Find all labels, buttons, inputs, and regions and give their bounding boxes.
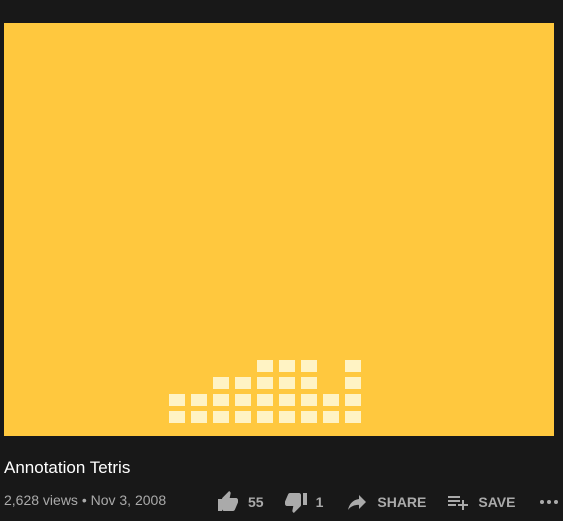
tetris-block: [301, 394, 317, 406]
tetris-block: [279, 394, 295, 406]
video-page: Annotation Tetris 2,628 views • Nov 3, 2…: [0, 0, 563, 521]
tetris-block: [257, 411, 273, 423]
tetris-block: [345, 360, 361, 372]
video-player[interactable]: [4, 23, 554, 436]
thumbs-up-icon: [216, 490, 240, 514]
tetris-block: [301, 411, 317, 423]
dislike-button[interactable]: 1: [284, 490, 324, 514]
tetris-block: [213, 394, 229, 406]
dislike-count: 1: [315, 494, 324, 510]
like-button[interactable]: 55: [216, 490, 264, 514]
tetris-block: [279, 360, 295, 372]
tetris-block: [323, 394, 339, 406]
tetris-block: [235, 394, 251, 406]
tetris-block: [169, 394, 185, 406]
tetris-block: [323, 411, 339, 423]
tetris-block: [169, 411, 185, 423]
tetris-block: [235, 411, 251, 423]
video-title: Annotation Tetris: [4, 458, 131, 477]
tetris-block: [345, 377, 361, 389]
tetris-block: [279, 411, 295, 423]
video-metadata: 2,628 views • Nov 3, 2008: [4, 492, 167, 508]
tetris-block: [301, 360, 317, 372]
tetris-block-stack: [4, 23, 554, 436]
like-count: 55: [248, 494, 264, 510]
tetris-block: [213, 411, 229, 423]
tetris-block: [301, 377, 317, 389]
playlist-add-icon: [446, 490, 470, 514]
tetris-block: [279, 377, 295, 389]
tetris-block: [345, 394, 361, 406]
save-label: SAVE: [478, 494, 516, 510]
tetris-block: [235, 377, 251, 389]
tetris-block: [345, 411, 361, 423]
more-horizontal-icon: [537, 490, 561, 514]
tetris-block: [257, 394, 273, 406]
thumbs-down-icon: [284, 490, 308, 514]
tetris-block: [191, 394, 207, 406]
video-actions: 55 1 SHARE SAVE: [216, 489, 561, 515]
tetris-block: [257, 360, 273, 372]
tetris-block: [191, 411, 207, 423]
more-actions-button[interactable]: [537, 490, 561, 514]
share-button[interactable]: SHARE: [345, 490, 426, 514]
share-label: SHARE: [377, 494, 427, 510]
tetris-block: [257, 377, 273, 389]
save-button[interactable]: SAVE: [446, 490, 515, 514]
share-icon: [345, 490, 369, 514]
tetris-block: [213, 377, 229, 389]
